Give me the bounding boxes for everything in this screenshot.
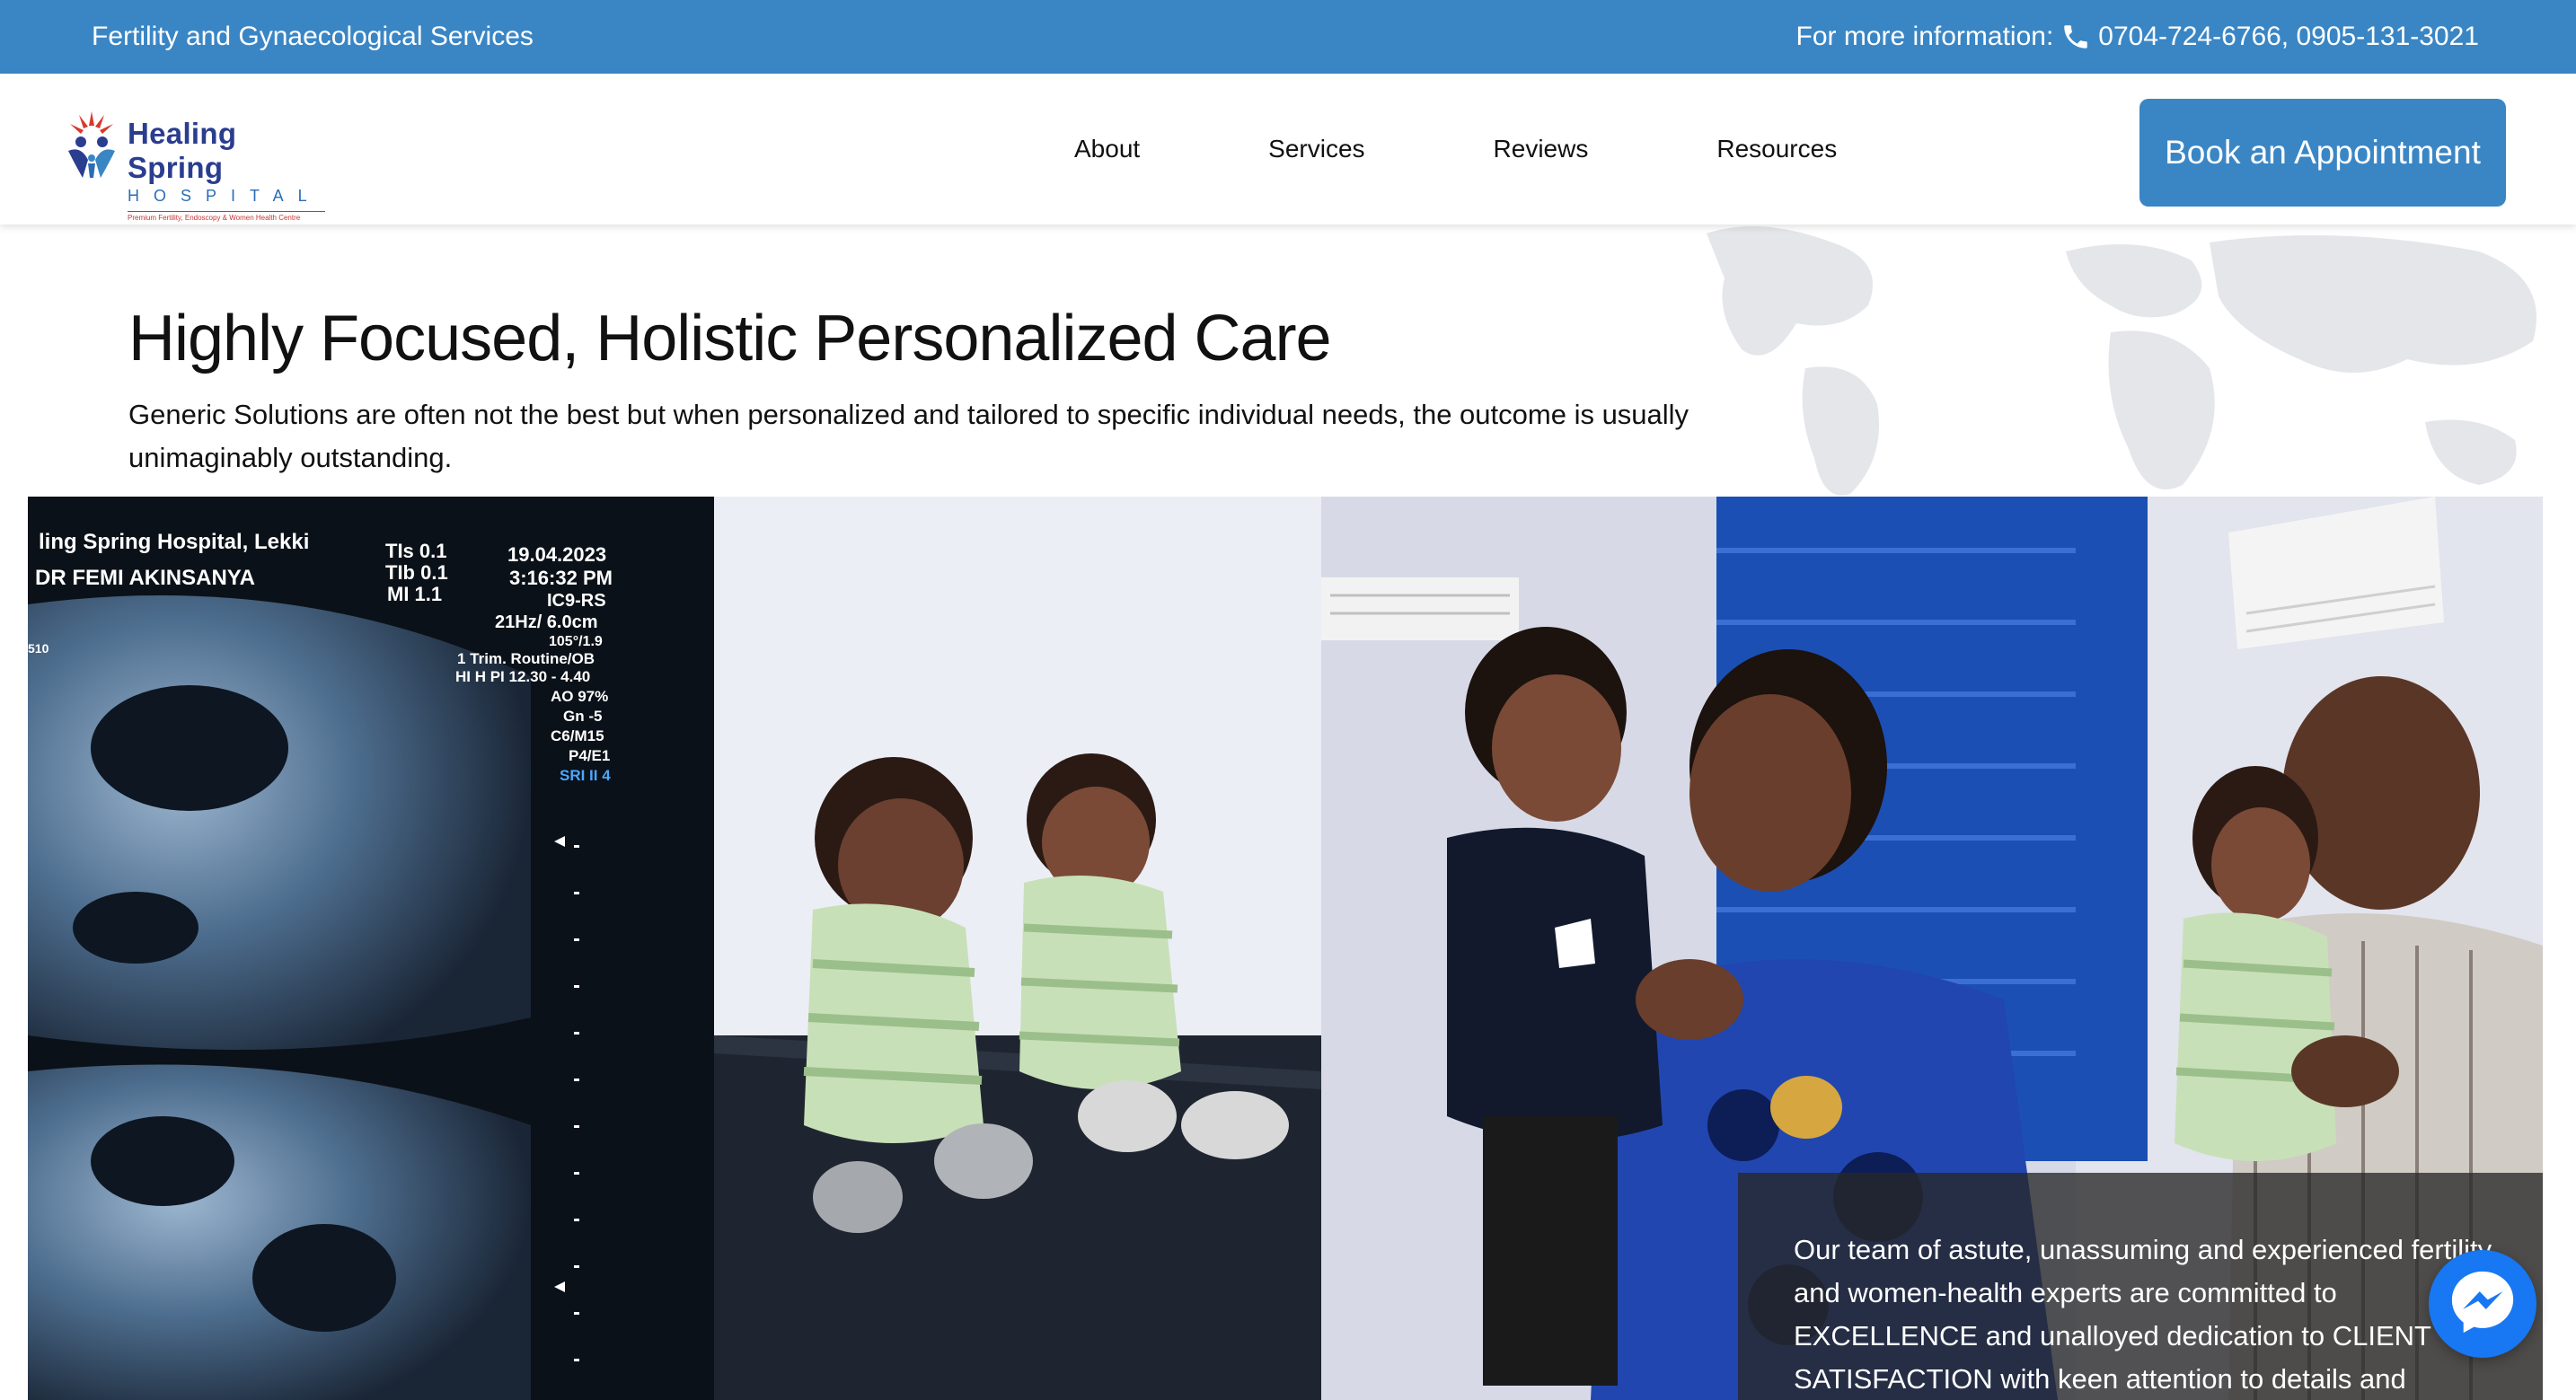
us-tis: TIs 0.1 bbox=[385, 540, 446, 562]
hero-description: Generic Solutions are often not the best… bbox=[128, 399, 1689, 473]
us-pe: P4/E1 bbox=[569, 747, 610, 764]
us-sri: SRI II 4 bbox=[560, 767, 611, 784]
us-facility: ling Spring Hospital, Lekki bbox=[39, 530, 309, 554]
us-side: 510 bbox=[28, 641, 49, 656]
site-logo[interactable]: Healing Spring HOSPITAL Premium Fertilit… bbox=[61, 106, 331, 222]
nav-resources[interactable]: Resources bbox=[1716, 135, 1837, 163]
us-time: 3:16:32 PM bbox=[509, 567, 613, 589]
messenger-chat-button[interactable] bbox=[2429, 1250, 2536, 1358]
us-hh: HI H PI 12.30 - 4.40 bbox=[455, 668, 590, 685]
logo-sub: HOSPITAL bbox=[128, 187, 322, 205]
team-caption-text: Our team of astute, unassuming and exper… bbox=[1794, 1234, 2492, 1395]
us-cm: C6/M15 bbox=[551, 727, 604, 744]
nav-reviews[interactable]: Reviews bbox=[1494, 135, 1589, 163]
nav-about[interactable]: About bbox=[1074, 135, 1140, 163]
contact-label: For more information: bbox=[1795, 22, 2054, 51]
us-angle: 105°/1.9 bbox=[549, 634, 603, 649]
phone-icon bbox=[2060, 22, 2091, 52]
phone-numbers-link[interactable]: 0704-724-6766, 0905-131-3021 bbox=[2098, 22, 2479, 52]
us-tib: TIb 0.1 bbox=[385, 561, 448, 584]
us-date: 19.04.2023 bbox=[507, 543, 606, 566]
logo-name: Healing Spring bbox=[128, 117, 237, 184]
logo-tagline: Premium Fertility, Endoscopy & Women Hea… bbox=[128, 211, 325, 222]
twins-photo bbox=[714, 497, 1321, 1400]
nav-services[interactable]: Services bbox=[1268, 135, 1364, 163]
site-header: Healing Spring HOSPITAL Premium Fertilit… bbox=[0, 74, 2576, 225]
book-appointment-button[interactable]: Book an Appointment bbox=[2139, 99, 2506, 207]
us-mi: MI 1.1 bbox=[387, 583, 442, 605]
us-ao: AO 97% bbox=[551, 688, 608, 705]
world-map-icon bbox=[1689, 225, 2576, 503]
main-nav: About Services Reviews Resources bbox=[1074, 74, 1837, 225]
us-doctor: DR FEMI AKINSANYA bbox=[35, 566, 255, 590]
hero-title: Highly Focused, Holistic Personalized Ca… bbox=[128, 303, 1332, 374]
us-probe: IC9-RS bbox=[547, 591, 606, 611]
us-freq: 21Hz/ 6.0cm bbox=[495, 612, 598, 632]
top-info-bar: Fertility and Gynaecological Services Fo… bbox=[0, 0, 2576, 74]
us-gn: Gn -5 bbox=[563, 708, 602, 725]
team-caption-overlay: Our team of astute, unassuming and exper… bbox=[1738, 1173, 2543, 1400]
topbar-contact: For more information: 0704-724-6766, 090… bbox=[1796, 22, 2479, 52]
logo-mark-icon bbox=[61, 106, 122, 181]
messenger-icon bbox=[2448, 1267, 2518, 1342]
us-preset: 1 Trim. Routine/OB bbox=[457, 650, 595, 667]
ultrasound-image: ling Spring Hospital, Lekki DR FEMI AKIN… bbox=[28, 497, 714, 1400]
topbar-tagline: Fertility and Gynaecological Services bbox=[92, 22, 534, 51]
